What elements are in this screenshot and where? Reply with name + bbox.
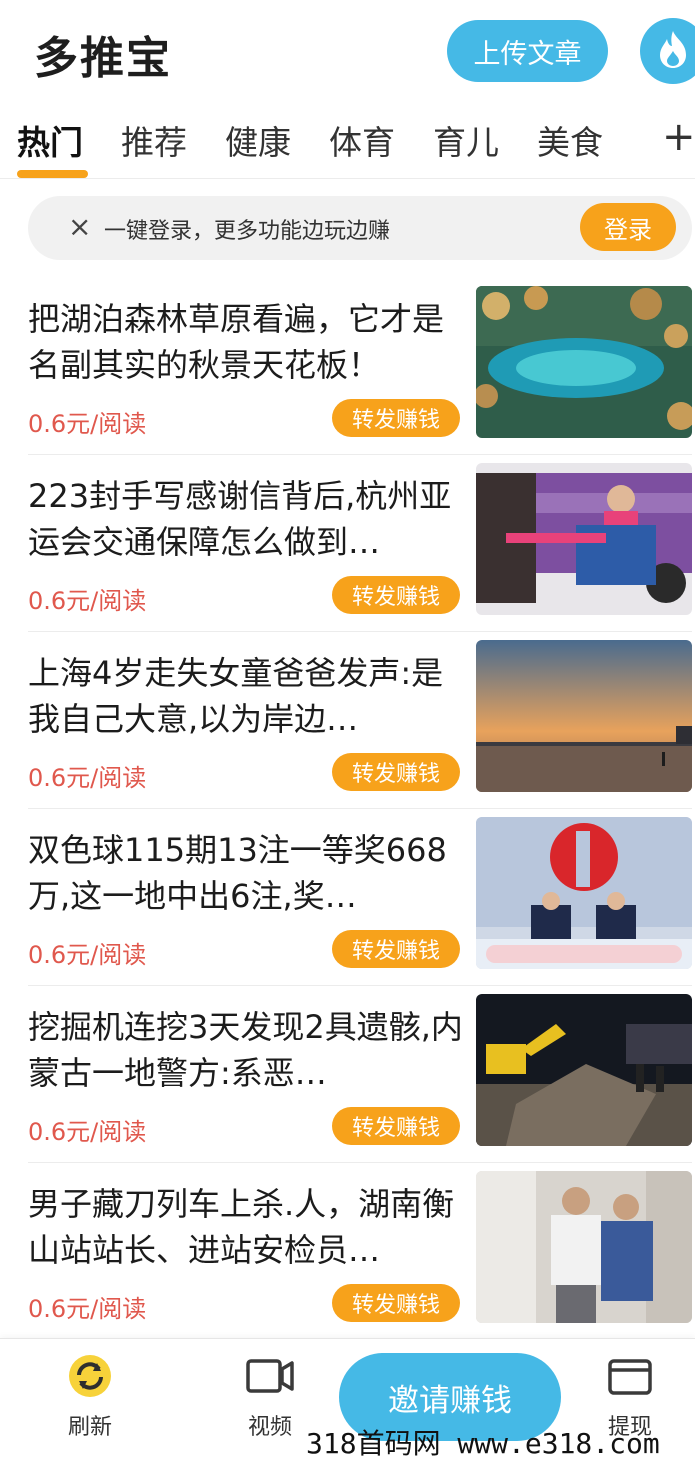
tab-hot[interactable]: 热门	[17, 116, 83, 164]
article-thumbnail[interactable]	[476, 463, 692, 615]
list-item[interactable]: 223封手写感谢信背后,杭州亚运会交通保障怎么做到… 0.6元/阅读 转发赚钱	[0, 463, 695, 650]
hot-button[interactable]	[640, 18, 695, 84]
list-item[interactable]: 上海4岁走失女童爸爸发声:是我自己大意,以为岸边… 0.6元/阅读 转发赚钱	[0, 640, 695, 827]
article-price: 0.6元/阅读	[28, 587, 147, 615]
refresh-button[interactable]: 刷新	[45, 1353, 135, 1441]
article-title[interactable]: 男子藏刀列车上杀.人，湖南衡山站站长、进站安检员…	[28, 1181, 464, 1273]
login-banner-text: 一键登录，更多功能边玩边赚	[104, 219, 391, 244]
divider	[28, 1162, 692, 1163]
article-price: 0.6元/阅读	[28, 1118, 147, 1146]
app-title: 多推宝	[34, 33, 172, 84]
refresh-icon	[67, 1355, 113, 1403]
share-earn-button[interactable]: 转发赚钱	[332, 930, 460, 968]
list-item[interactable]: 双色球115期13注一等奖668万,这一地中出6注,奖… 0.6元/阅读 转发赚…	[0, 817, 695, 1004]
active-tab-indicator	[17, 170, 88, 178]
video-button[interactable]: 视频	[225, 1353, 315, 1441]
divider	[0, 178, 695, 179]
category-tabs: 热门 推荐 健康 体育 育儿 美食 +	[0, 112, 695, 178]
video-icon	[246, 1359, 294, 1403]
article-price: 0.6元/阅读	[28, 410, 147, 438]
share-earn-button[interactable]: 转发赚钱	[332, 1107, 460, 1145]
article-price: 0.6元/阅读	[28, 941, 147, 969]
share-earn-button[interactable]: 转发赚钱	[332, 753, 460, 791]
article-title[interactable]: 双色球115期13注一等奖668万,这一地中出6注,奖…	[28, 827, 464, 919]
article-title[interactable]: 把湖泊森林草原看遍，它才是名副其实的秋景天花板！	[28, 296, 464, 388]
article-thumbnail[interactable]	[476, 640, 692, 792]
article-thumbnail[interactable]	[476, 286, 692, 438]
share-earn-button[interactable]: 转发赚钱	[332, 576, 460, 614]
app-header: 多推宝 上传文章	[0, 0, 695, 100]
tab-sports[interactable]: 体育	[329, 116, 395, 164]
login-banner: × 一键登录，更多功能边玩边赚 登录	[28, 196, 692, 260]
wallet-icon	[607, 1359, 653, 1403]
article-thumbnail[interactable]	[476, 994, 692, 1146]
article-title[interactable]: 挖掘机连挖3天发现2具遗骸,内蒙古一地警方:系恶…	[28, 1004, 464, 1096]
divider	[28, 808, 692, 809]
divider	[28, 454, 692, 455]
article-title[interactable]: 223封手写感谢信背后,杭州亚运会交通保障怎么做到…	[28, 473, 464, 565]
divider	[28, 985, 692, 986]
tab-parenting[interactable]: 育儿	[433, 116, 499, 164]
list-item[interactable]: 男子藏刀列车上杀.人，湖南衡山站站长、进站安检员… 0.6元/阅读 转发赚钱	[0, 1171, 695, 1358]
divider	[28, 631, 692, 632]
watermark: 318首码网 www.e318.com	[306, 1427, 660, 1458]
article-thumbnail[interactable]	[476, 817, 692, 969]
flame-icon	[656, 29, 690, 73]
tab-recommend[interactable]: 推荐	[121, 116, 187, 164]
article-thumbnail[interactable]	[476, 1171, 692, 1323]
list-item[interactable]: 把湖泊森林草原看遍，它才是名副其实的秋景天花板！ 0.6元/阅读 转发赚钱	[0, 286, 695, 473]
tab-health[interactable]: 健康	[225, 116, 291, 164]
close-icon[interactable]: ×	[68, 210, 91, 243]
article-title[interactable]: 上海4岁走失女童爸爸发声:是我自己大意,以为岸边…	[28, 650, 464, 742]
share-earn-button[interactable]: 转发赚钱	[332, 1284, 460, 1322]
video-label: 视频	[247, 1415, 292, 1440]
add-tab-button[interactable]: +	[662, 114, 695, 160]
refresh-label: 刷新	[67, 1415, 112, 1440]
list-item[interactable]: 挖掘机连挖3天发现2具遗骸,内蒙古一地警方:系恶… 0.6元/阅读 转发赚钱	[0, 994, 695, 1181]
share-earn-button[interactable]: 转发赚钱	[332, 399, 460, 437]
login-button[interactable]: 登录	[580, 203, 676, 251]
tab-food[interactable]: 美食	[537, 116, 603, 164]
upload-article-button[interactable]: 上传文章	[447, 20, 608, 82]
article-price: 0.6元/阅读	[28, 1295, 147, 1323]
article-price: 0.6元/阅读	[28, 764, 147, 792]
